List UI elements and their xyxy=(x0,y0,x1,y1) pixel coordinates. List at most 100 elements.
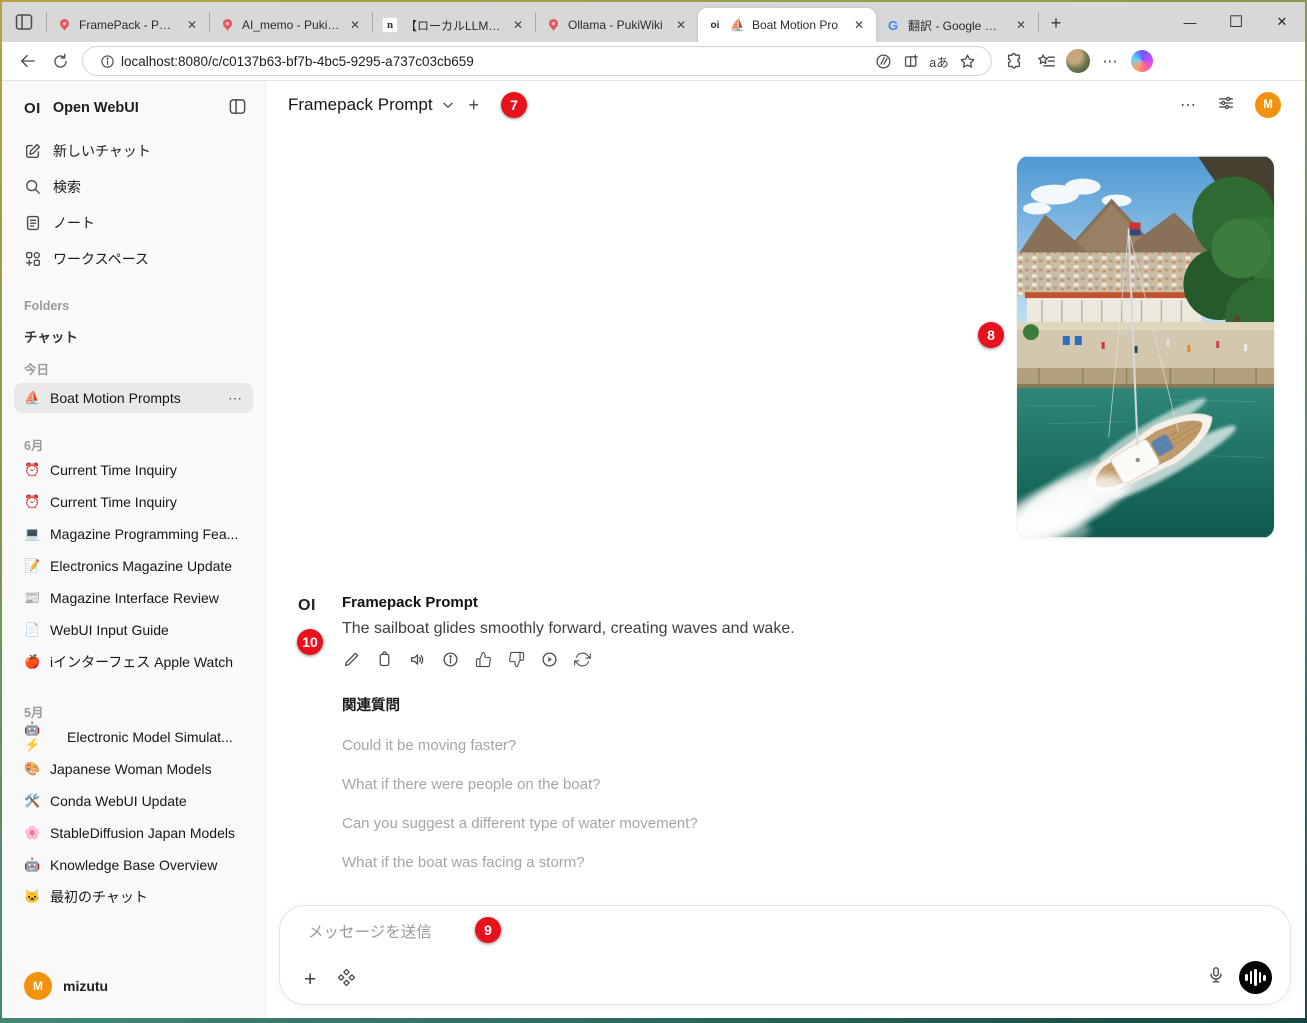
google-favicon: G xyxy=(885,17,901,33)
tab-close-icon[interactable]: ✕ xyxy=(347,17,363,33)
tab-framepack-pukiwiki[interactable]: FramePack - PukiWiki ✕ xyxy=(47,8,209,42)
sidebar-user[interactable]: M mizutu xyxy=(14,964,253,1008)
chat-item[interactable]: 🎨 Japanese Woman Models xyxy=(14,753,253,785)
sidebar-item-new-chat[interactable]: 新しいチャット xyxy=(14,133,253,169)
browser-menu-icon[interactable]: ⋯ xyxy=(1094,46,1126,76)
translate-icon[interactable]: aあ xyxy=(925,48,953,74)
minimize-button[interactable]: — xyxy=(1167,2,1213,42)
profile-avatar[interactable] xyxy=(1062,46,1094,76)
alarm-clock-emoji: ⏰ xyxy=(24,494,41,510)
chevron-down-icon[interactable] xyxy=(441,98,455,112)
continue-response-icon[interactable] xyxy=(540,650,558,668)
add-model-button[interactable]: + xyxy=(469,95,480,116)
address-bar[interactable]: localhost:8080/c/c0137b63-bf7b-4bc5-9295… xyxy=(82,46,992,76)
chat-item[interactable]: 🛠️Conda WebUI Update xyxy=(14,785,253,817)
chat-item-boat-motion-prompts[interactable]: ⛵ Boat Motion Prompts ⋯ xyxy=(14,383,253,413)
thumbs-down-icon[interactable] xyxy=(507,650,525,668)
tab-ollama-pukiwiki[interactable]: Ollama - PukiWiki ✕ xyxy=(536,8,698,42)
chat-item-label: 最初のチャット xyxy=(50,887,243,907)
split-screen-icon[interactable] xyxy=(897,48,925,74)
user-name: mizutu xyxy=(63,978,108,994)
toggle-sidebar-icon[interactable] xyxy=(228,97,247,119)
tab-close-icon[interactable]: ✕ xyxy=(1013,17,1029,33)
model-selector[interactable]: Framepack Prompt xyxy=(288,95,433,115)
chat-item-menu-icon[interactable]: ⋯ xyxy=(228,390,243,407)
url-text[interactable]: localhost:8080/c/c0137b63-bf7b-4bc5-9295… xyxy=(121,54,869,69)
folders-label: Folders xyxy=(14,299,253,313)
chat-item-label: Electronic Model Simulat... xyxy=(67,729,243,745)
chat-item[interactable]: 📄WebUI Input Guide xyxy=(14,614,253,646)
sidebar-item-workspace[interactable]: ワークスペース xyxy=(14,241,253,277)
favorites-list-icon[interactable] xyxy=(1030,46,1062,76)
sidebar-item-search[interactable]: 検索 xyxy=(14,169,253,205)
maximize-button[interactable]: ☐ xyxy=(1213,2,1259,42)
tab-local-llm-framepack[interactable]: n 【ローカルLLM】Framep ✕ xyxy=(373,8,535,42)
regenerate-icon[interactable] xyxy=(573,650,591,668)
message-input[interactable] xyxy=(308,924,868,942)
followup-question[interactable]: What if the boat was facing a storm? xyxy=(342,854,795,871)
edit-icon[interactable] xyxy=(342,650,360,668)
chat-item[interactable]: ⏰Current Time Inquiry xyxy=(14,454,253,486)
chat-item[interactable]: ⏰Current Time Inquiry xyxy=(14,486,253,518)
sidebar-item-notes[interactable]: ノート xyxy=(14,205,253,241)
chat-item[interactable]: 🐱最初のチャット xyxy=(14,881,253,913)
palette-emoji: 🎨 xyxy=(24,761,41,777)
copilot-icon[interactable] xyxy=(1126,46,1158,76)
assistant-model-name: Framepack Prompt xyxy=(342,594,795,611)
chat-item[interactable]: 🍎iインターフェス Apple Watch xyxy=(14,646,253,678)
reload-button[interactable] xyxy=(44,46,76,76)
pukiwiki-favicon xyxy=(545,17,561,33)
back-button[interactable] xyxy=(12,46,44,76)
read-aloud-icon[interactable] xyxy=(869,48,897,74)
site-info-icon[interactable] xyxy=(93,48,121,74)
copy-icon[interactable] xyxy=(375,650,393,668)
chat-item[interactable]: 🤖Knowledge Base Overview xyxy=(14,849,253,881)
tab-google-translate-search[interactable]: G 翻訳 - Google 検索 ✕ xyxy=(876,8,1038,42)
browser-window: FramePack - PukiWiki ✕ AI_memo - PukiWik… xyxy=(2,2,1305,1018)
pukiwiki-favicon xyxy=(219,17,235,33)
tab-aimemo-pukiwiki[interactable]: AI_memo - PukiWiki ✕ xyxy=(210,8,372,42)
close-window-button[interactable]: ✕ xyxy=(1259,2,1305,42)
voice-mode-button[interactable] xyxy=(1239,961,1272,994)
chat-item[interactable]: 💻Magazine Programming Fea... xyxy=(14,518,253,550)
user-uploaded-boat-image[interactable] xyxy=(1017,156,1274,538)
assistant-message-text: The sailboat glides smoothly forward, cr… xyxy=(342,620,795,638)
chat-item-label: Current Time Inquiry xyxy=(50,462,243,478)
sidebar-header: OI Open WebUI xyxy=(14,95,253,123)
read-aloud-icon[interactable] xyxy=(408,650,426,668)
chat-item-label: Japanese Woman Models xyxy=(50,761,243,777)
chat-item[interactable]: 📰Magazine Interface Review xyxy=(14,582,253,614)
attach-plus-icon[interactable]: + xyxy=(304,968,316,992)
folder-chat[interactable]: チャット xyxy=(14,326,253,346)
favorite-star-icon[interactable] xyxy=(953,48,981,74)
integrations-icon[interactable] xyxy=(338,969,355,991)
tab-workspaces-icon[interactable] xyxy=(2,2,46,42)
header-user-avatar[interactable]: M xyxy=(1255,92,1281,118)
sidebar-item-label: ノート xyxy=(53,213,95,233)
composer-voice-tools xyxy=(1207,961,1272,994)
tab-close-icon[interactable]: ✕ xyxy=(851,17,867,33)
followup-question[interactable]: Can you suggest a different type of wate… xyxy=(342,815,795,832)
followup-question[interactable]: Could it be moving faster? xyxy=(342,737,795,754)
new-tab-button[interactable]: + xyxy=(1039,6,1073,40)
chat-header: Framepack Prompt + ⋯ M xyxy=(266,81,1305,129)
microphone-icon[interactable] xyxy=(1207,966,1225,989)
thumbs-up-icon[interactable] xyxy=(474,650,492,668)
tab-close-icon[interactable]: ✕ xyxy=(184,17,200,33)
chat-item[interactable]: 📝Electronics Magazine Update xyxy=(14,550,253,582)
chat-item[interactable]: 🌸StableDiffusion Japan Models xyxy=(14,817,253,849)
tab-title: AI_memo - PukiWiki xyxy=(242,18,340,32)
tab-boat-motion-active[interactable]: oi ⛵ Boat Motion Pro ✕ xyxy=(698,8,876,42)
chat-more-icon[interactable]: ⋯ xyxy=(1180,95,1197,115)
tab-close-icon[interactable]: ✕ xyxy=(510,17,526,33)
user-message xyxy=(298,156,1274,538)
followup-question[interactable]: What if there were people on the boat? xyxy=(342,776,795,793)
chat-controls-icon[interactable] xyxy=(1217,94,1235,117)
user-avatar: M xyxy=(24,972,52,1000)
annotation-badge-8: 8 xyxy=(978,322,1004,348)
info-icon[interactable] xyxy=(441,650,459,668)
tab-close-icon[interactable]: ✕ xyxy=(673,17,689,33)
note-favicon: n xyxy=(382,17,398,33)
extensions-icon[interactable] xyxy=(998,46,1030,76)
chat-item[interactable]: 🤖 ⚡Electronic Model Simulat... xyxy=(14,721,253,753)
